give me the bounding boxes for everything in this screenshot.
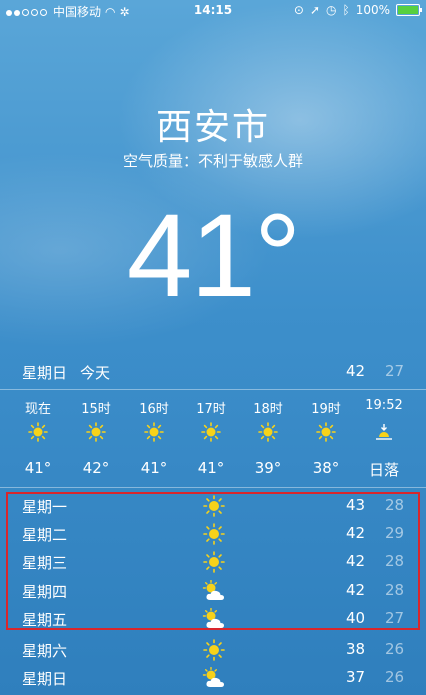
sun-icon: [203, 639, 225, 661]
sun-icon: [28, 422, 48, 442]
daily-high: 37: [346, 668, 366, 686]
divider: [0, 389, 426, 390]
city-name: 西安市: [155, 107, 270, 148]
daily-low: 26: [385, 640, 405, 658]
hour-temp: 41°: [24, 459, 52, 477]
sun-icon: [201, 422, 221, 442]
hour-temp: 41°: [140, 459, 168, 477]
hour-temp: 38°: [312, 459, 340, 477]
divider: [0, 487, 426, 488]
hour-temp: 41°: [197, 459, 225, 477]
hour-time: 18时: [253, 402, 283, 417]
hour-time: 现在: [24, 402, 51, 417]
today-day: 星期日: [22, 364, 68, 382]
lock-rotation-icon: ⊙: [293, 3, 304, 17]
sun-icon: [316, 422, 336, 442]
hour-time: 16时: [139, 402, 169, 417]
partly-cloudy-icon: [202, 667, 224, 687]
hour-time: 19:52: [365, 398, 403, 413]
bluetooth-icon: ᛒ: [342, 3, 350, 17]
today-low: 27: [385, 362, 405, 380]
sun-icon: [144, 422, 164, 442]
today-high: 42: [346, 362, 366, 380]
sun-icon: [258, 422, 278, 442]
sun-icon: [86, 422, 106, 442]
location-arrow-icon: ➚: [309, 3, 320, 17]
alarm-icon: ◷: [326, 3, 337, 17]
highlight-box: [6, 492, 420, 630]
air-quality: 空气质量：不利于敏感人群: [122, 152, 303, 170]
hour-temp: 42°: [82, 459, 110, 477]
today-summary: 星期日 今天 42 27: [0, 362, 426, 388]
daily-day: 星期日: [22, 670, 68, 688]
daily-row: 星期六 38 26: [0, 637, 426, 665]
daily-row: 星期日 37 26: [0, 665, 426, 693]
current-temperature: 41°: [126, 190, 301, 322]
daily-low: 26: [385, 668, 405, 686]
daily-high: 38: [346, 640, 366, 658]
battery-icon: [396, 4, 422, 16]
sunset-icon: [376, 424, 392, 440]
battery-percent: 100%: [355, 3, 390, 17]
hourly-forecast[interactable]: 现在 41° 15时 42° 16时 41° 17时 41° 18时 39° 1…: [0, 392, 426, 484]
hour-temp: 39°: [254, 459, 282, 477]
today-label: 今天: [80, 364, 111, 382]
status-bar: 中国移动 ◠ ✲ 14:15 ⊙ ➚ ◷ ᛒ 100%: [0, 0, 426, 22]
status-right: ⊙ ➚ ◷ ᛒ 100%: [293, 3, 422, 17]
hour-time: 17时: [196, 402, 226, 417]
daily-day: 星期六: [22, 642, 68, 660]
hour-temp: 日落: [368, 461, 399, 479]
hour-time: 19时: [311, 402, 341, 417]
hour-time: 15时: [81, 402, 111, 417]
